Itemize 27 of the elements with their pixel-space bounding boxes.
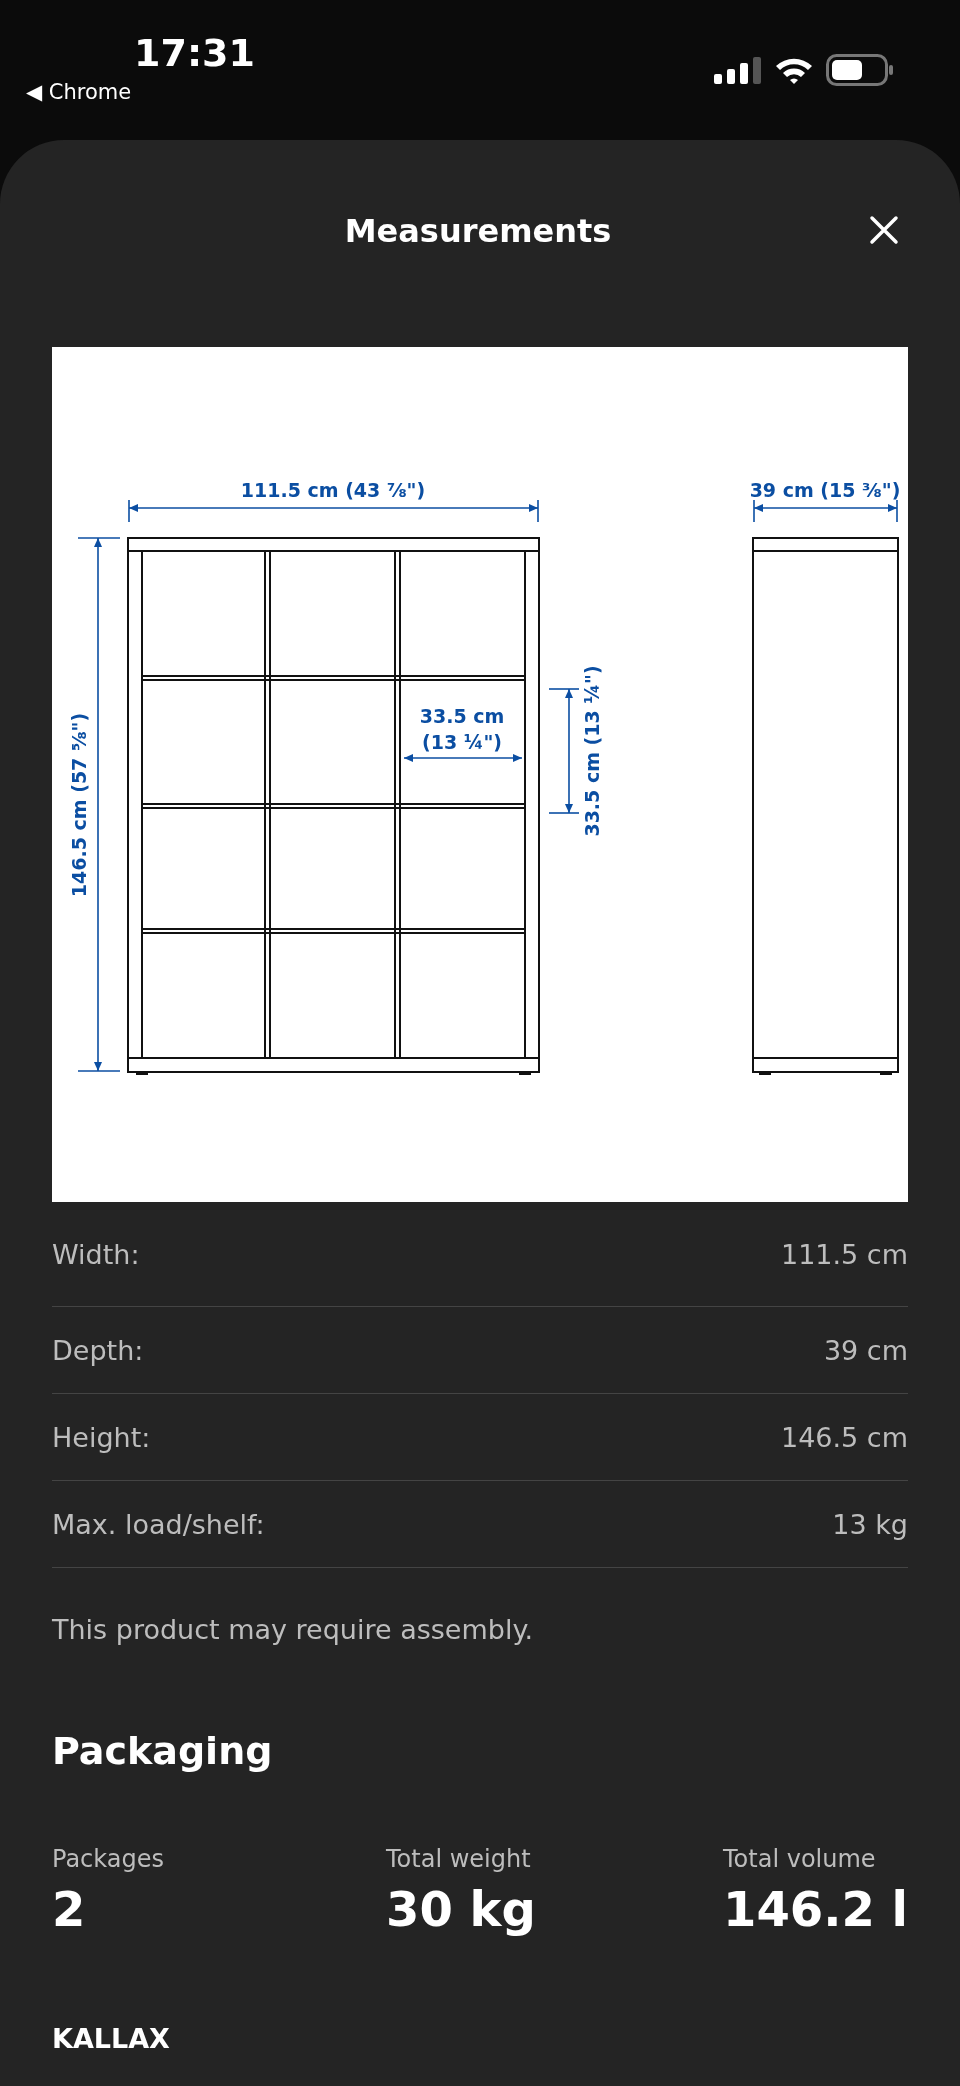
- section-heading: Packaging: [52, 1728, 274, 1773]
- stat-label: Packages: [52, 1845, 165, 1873]
- spec-value: 13 kg: [832, 1508, 908, 1540]
- stat-label: Total volume: [723, 1845, 877, 1873]
- stat-value: 2: [52, 1881, 87, 1937]
- spec-label: Width:: [52, 1238, 140, 1270]
- spec-value: 146.5 cm: [780, 1421, 908, 1453]
- spec-value: 39 cm: [823, 1334, 908, 1366]
- spec-label: Depth:: [52, 1334, 144, 1366]
- spec-value: 111.5 cm: [780, 1238, 908, 1270]
- dimension-label: 33.5 cm (13 ¼"): [419, 705, 505, 753]
- dimension-label: 33.5 cm (13 ¼"): [581, 665, 603, 837]
- dimension-label: 39 cm (15 ⅜"): [749, 479, 901, 501]
- sheet-title: Measurements: [344, 211, 612, 250]
- battery-icon: [826, 54, 894, 86]
- signal-icon: [714, 56, 762, 84]
- stat-value: 146.2 l: [723, 1881, 908, 1937]
- dimension-label: 111.5 cm (43 ⅞"): [240, 479, 426, 501]
- status-time: 17:31: [134, 30, 255, 76]
- dimension-label: 146.5 cm (57 ⅝"): [68, 712, 90, 898]
- stat-label: Total weight: [386, 1845, 532, 1873]
- product-name: KALLAX: [52, 2023, 171, 2054]
- stat-value: 30 kg: [386, 1881, 537, 1937]
- back-to-app-link[interactable]: ◀ Chrome: [26, 80, 132, 104]
- spec-label: Max. load/shelf:: [52, 1508, 265, 1540]
- assembly-note: This product may require assembly.: [52, 1613, 535, 1645]
- spec-label: Height:: [52, 1421, 151, 1453]
